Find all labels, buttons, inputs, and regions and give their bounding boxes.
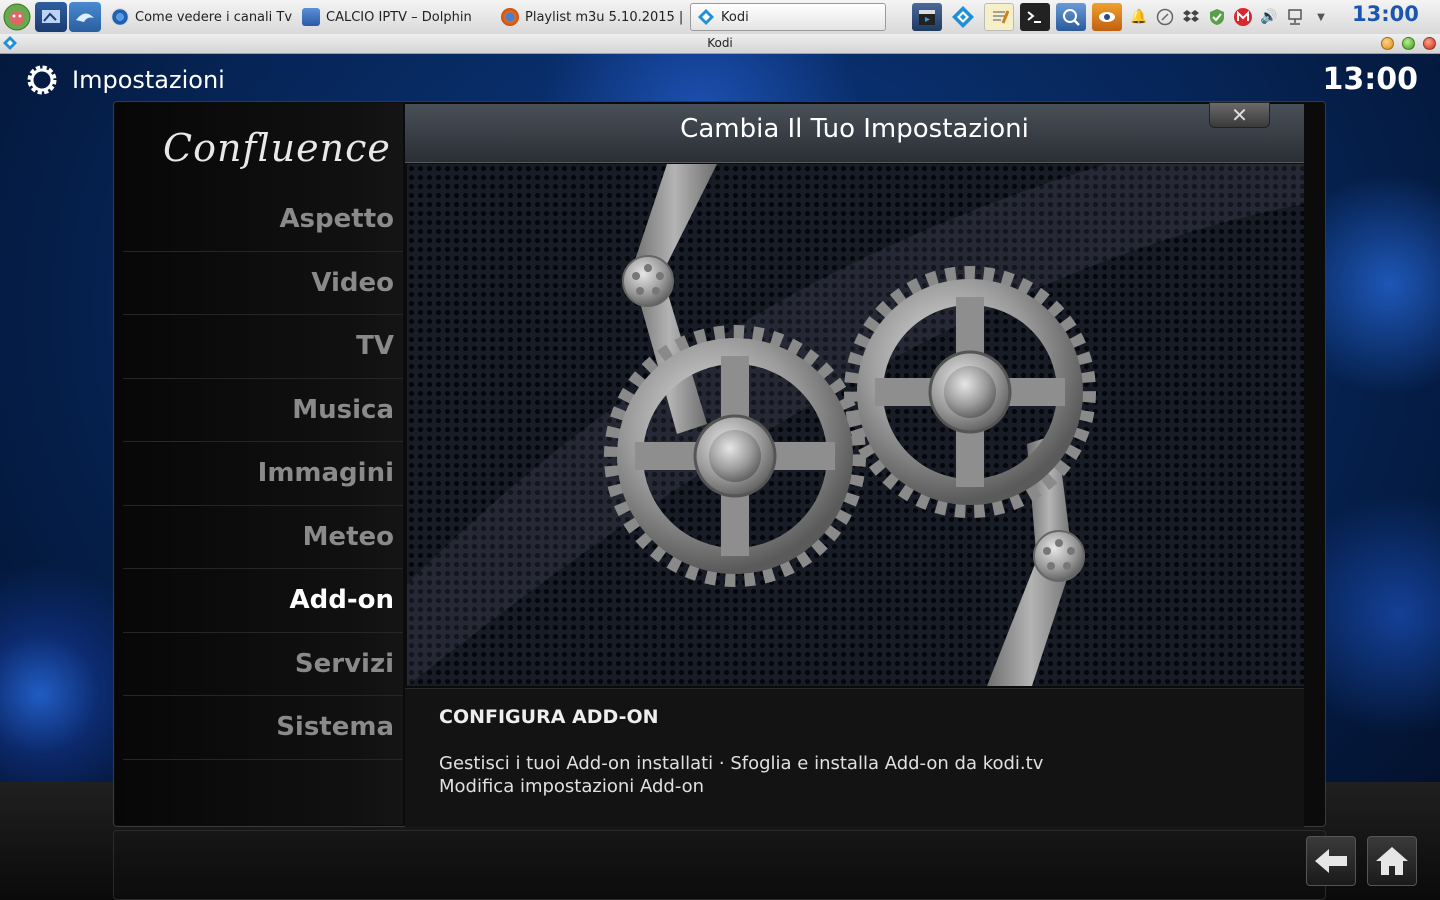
dolphin-icon <box>76 13 94 22</box>
menu-item-aspetto[interactable]: Aspetto <box>123 188 403 252</box>
menu-item-sistema[interactable]: Sistema <box>123 696 403 760</box>
task-kodi[interactable]: Kodi <box>690 3 886 31</box>
terminal-launcher[interactable] <box>1020 3 1050 31</box>
chromium-icon <box>111 8 129 26</box>
task-dolphin[interactable]: CALCIO IPTV – Dolphin <box>296 3 492 31</box>
close-icon: ✕ <box>1231 103 1248 127</box>
menu-item-tv[interactable]: TV <box>123 315 403 379</box>
taskbar: Come vedere i canali Tv con CALCIO IPTV … <box>0 0 1440 35</box>
notification-bell-icon[interactable]: 🔔 <box>1128 6 1150 28</box>
terminal-icon <box>1027 11 1041 23</box>
dialog-footer <box>113 830 1326 900</box>
video-editor-launcher[interactable] <box>912 3 942 31</box>
firefox-icon <box>501 8 519 26</box>
security-check-icon[interactable] <box>1206 6 1228 28</box>
menu-item-video[interactable]: Video <box>123 252 403 315</box>
task-label: CALCIO IPTV – Dolphin <box>326 9 472 25</box>
kodi-icon <box>698 9 714 25</box>
notepad-icon <box>993 10 1009 24</box>
confluence-logo: Confluence <box>163 126 391 170</box>
menu-item-meteo[interactable]: Meteo <box>123 506 403 569</box>
android-launcher-icon <box>3 3 31 31</box>
window-title: Kodi <box>707 36 733 50</box>
home-icon <box>1376 847 1408 875</box>
description-line: Modifica impostazioni Add-on <box>439 776 705 797</box>
task-label: Playlist m3u 5.10.2015 | iPT <box>525 9 687 25</box>
mega-sync-icon[interactable] <box>1232 6 1254 28</box>
kodi-header: Impostazioni <box>24 62 225 98</box>
description-line: Gestisci i tuoi Add-on installati · Sfog… <box>439 753 1044 774</box>
section-title: Impostazioni <box>72 66 225 94</box>
menu-item-servizi[interactable]: Servizi <box>123 633 403 696</box>
task-chrome[interactable]: Come vedere i canali Tv con <box>105 3 293 31</box>
system-tray: 🔔 🔊 ▼ <box>912 0 1336 34</box>
application-launcher[interactable] <box>0 0 34 34</box>
network-icon[interactable] <box>1284 6 1306 28</box>
kodi-icon <box>952 6 974 28</box>
gears-icon <box>407 164 1304 686</box>
dialog-title: Cambia Il Tuo Impostazioni <box>680 114 1029 144</box>
folder-icon <box>302 8 320 26</box>
taskbar-clock[interactable]: 13:00 <box>1352 2 1419 26</box>
clapperboard-icon <box>919 10 935 25</box>
dolphin-launcher[interactable] <box>69 2 101 32</box>
back-arrow-icon <box>1315 849 1347 873</box>
magnifier-icon <box>1063 9 1080 26</box>
kodi-window-icon <box>3 36 17 50</box>
maximize-button[interactable] <box>1402 37 1415 50</box>
kodi-fullscreen: Impostazioni 13:00 Confluence Aspetto Vi… <box>0 54 1440 900</box>
window-titlebar: Kodi <box>0 34 1440 54</box>
screenshot-launcher[interactable] <box>1056 3 1086 31</box>
dropbox-icon[interactable] <box>1180 6 1202 28</box>
minimize-button[interactable] <box>1381 37 1394 50</box>
kodi-launcher[interactable] <box>948 3 978 31</box>
settings-menu: Aspetto Video TV Musica Immagini Meteo A… <box>115 188 403 760</box>
task-label: Kodi <box>721 9 749 25</box>
task-firefox[interactable]: Playlist m3u 5.10.2015 | iPT <box>495 3 687 31</box>
eye-icon <box>1099 12 1115 22</box>
webcam-launcher[interactable] <box>1092 3 1122 31</box>
clipboard-icon[interactable] <box>1154 6 1176 28</box>
close-window-button[interactable] <box>1423 37 1436 50</box>
kodi-clock: 13:00 <box>1322 62 1419 97</box>
back-button[interactable] <box>1306 836 1356 886</box>
description-title: CONFIGURA ADD-ON <box>439 706 659 728</box>
description-text: Gestisci i tuoi Add-on installati · Sfog… <box>439 752 1043 798</box>
menu-item-immagini[interactable]: Immagini <box>123 442 403 506</box>
volume-icon[interactable]: 🔊 <box>1258 6 1280 28</box>
menu-item-add-on[interactable]: Add-on <box>115 569 403 633</box>
desktop-icon <box>42 10 60 23</box>
close-dialog-button[interactable]: ✕ <box>1209 102 1270 128</box>
addon-gears-artwork <box>407 164 1304 686</box>
text-editor-launcher[interactable] <box>984 3 1014 31</box>
menu-item-musica[interactable]: Musica <box>123 379 403 442</box>
home-button[interactable] <box>1367 836 1417 886</box>
tray-expand-chevron-icon[interactable]: ▼ <box>1310 6 1332 28</box>
desktop-launcher[interactable] <box>35 2 67 32</box>
settings-gear-icon <box>27 65 57 95</box>
task-label: Come vedere i canali Tv con <box>135 9 293 25</box>
